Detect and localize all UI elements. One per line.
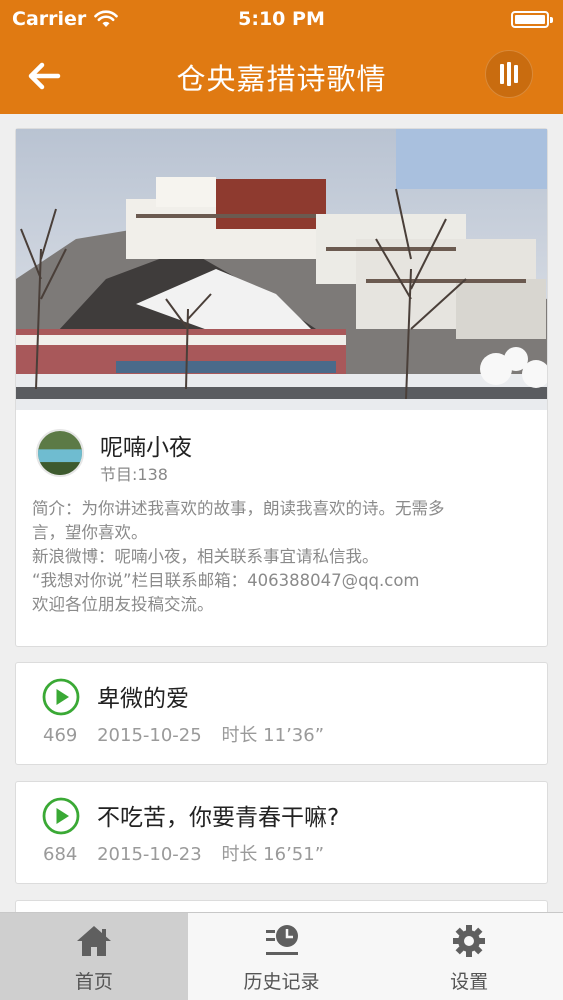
episode-date: 2015-10-25 — [97, 725, 202, 746]
episode-item[interactable] — [15, 900, 548, 912]
podcast-name: 呢喃小夜 — [100, 435, 192, 461]
podcast-header: 呢喃小夜 节目:138 — [36, 429, 516, 489]
podcast-profile-card: 呢喃小夜 节目:138 简介：为你讲述我喜欢的故事，朗读我喜欢的诗。无需多 言，… — [15, 128, 548, 647]
description-line: 简介：为你讲述我喜欢的故事，朗读我喜欢的诗。无需多 — [32, 499, 445, 518]
tab-history[interactable]: 历史记录 — [188, 913, 376, 1000]
audio-bar — [514, 65, 518, 83]
home-icon — [76, 926, 111, 956]
top-bar: Carrier 5:10 PM 仓央嘉措诗歌情 — [0, 0, 563, 114]
episode-count: 节目:138 — [100, 465, 168, 484]
cover-image — [16, 129, 547, 410]
play-count: 684 — [43, 844, 78, 865]
episode-meta: 469 2015-10-25 时长 11’36” — [43, 721, 338, 747]
episode-item[interactable]: 卑微的爱 469 2015-10-25 时长 11’36” — [15, 662, 548, 765]
description-line: 言，望你喜欢。 — [32, 523, 148, 542]
episode-date: 2015-10-23 — [97, 844, 202, 865]
description-line: “我想对你说”栏目联系邮箱：406388047@qq.com — [32, 571, 420, 590]
audio-bars-icon — [500, 64, 504, 84]
avatar — [36, 429, 84, 477]
page-title: 仓央嘉措诗歌情 — [176, 62, 387, 96]
description-line: 欢迎各位朋友投稿交流。 — [32, 595, 214, 614]
main-content[interactable]: 呢喃小夜 节目:138 简介：为你讲述我喜欢的故事，朗读我喜欢的诗。无需多 言，… — [0, 114, 563, 912]
tab-label: 历史记录 — [243, 971, 320, 993]
status-time: 5:10 PM — [238, 8, 325, 30]
episode-meta: 684 2015-10-23 时长 16’51” — [43, 840, 338, 866]
play-icon[interactable] — [42, 678, 80, 716]
description-line: 新浪微博：呢喃小夜，相关联系事宜请私信我。 — [32, 547, 379, 566]
tab-label: 设置 — [450, 971, 489, 993]
play-count: 469 — [43, 725, 78, 746]
battery-icon — [511, 11, 553, 28]
navigation-bar: 仓央嘉措诗歌情 — [0, 38, 563, 114]
tab-settings[interactable]: 设置 — [375, 913, 563, 1000]
tab-home[interactable]: 首页 — [0, 913, 188, 1000]
history-icon — [265, 925, 298, 955]
episode-title: 卑微的爱 — [97, 686, 189, 712]
tab-bar: 首页 历史记录 设置 — [0, 912, 563, 1000]
status-bar: Carrier 5:10 PM — [0, 0, 563, 38]
podcast-description: 简介：为你讲述我喜欢的故事，朗读我喜欢的诗。无需多 言，望你喜欢。 新浪微博：呢… — [32, 497, 537, 617]
episode-duration: 时长 11’36” — [221, 725, 325, 746]
episode-item[interactable]: 不吃苦，你要青春干嘛? 684 2015-10-23 时长 16’51” — [15, 781, 548, 884]
now-playing-button[interactable] — [485, 50, 533, 98]
play-icon[interactable] — [42, 797, 80, 835]
gear-icon — [453, 925, 486, 957]
episode-duration: 时长 16’51” — [221, 844, 325, 865]
episode-title: 不吃苦，你要青春干嘛? — [97, 805, 340, 831]
tab-label: 首页 — [74, 971, 113, 993]
audio-bar — [507, 62, 511, 86]
